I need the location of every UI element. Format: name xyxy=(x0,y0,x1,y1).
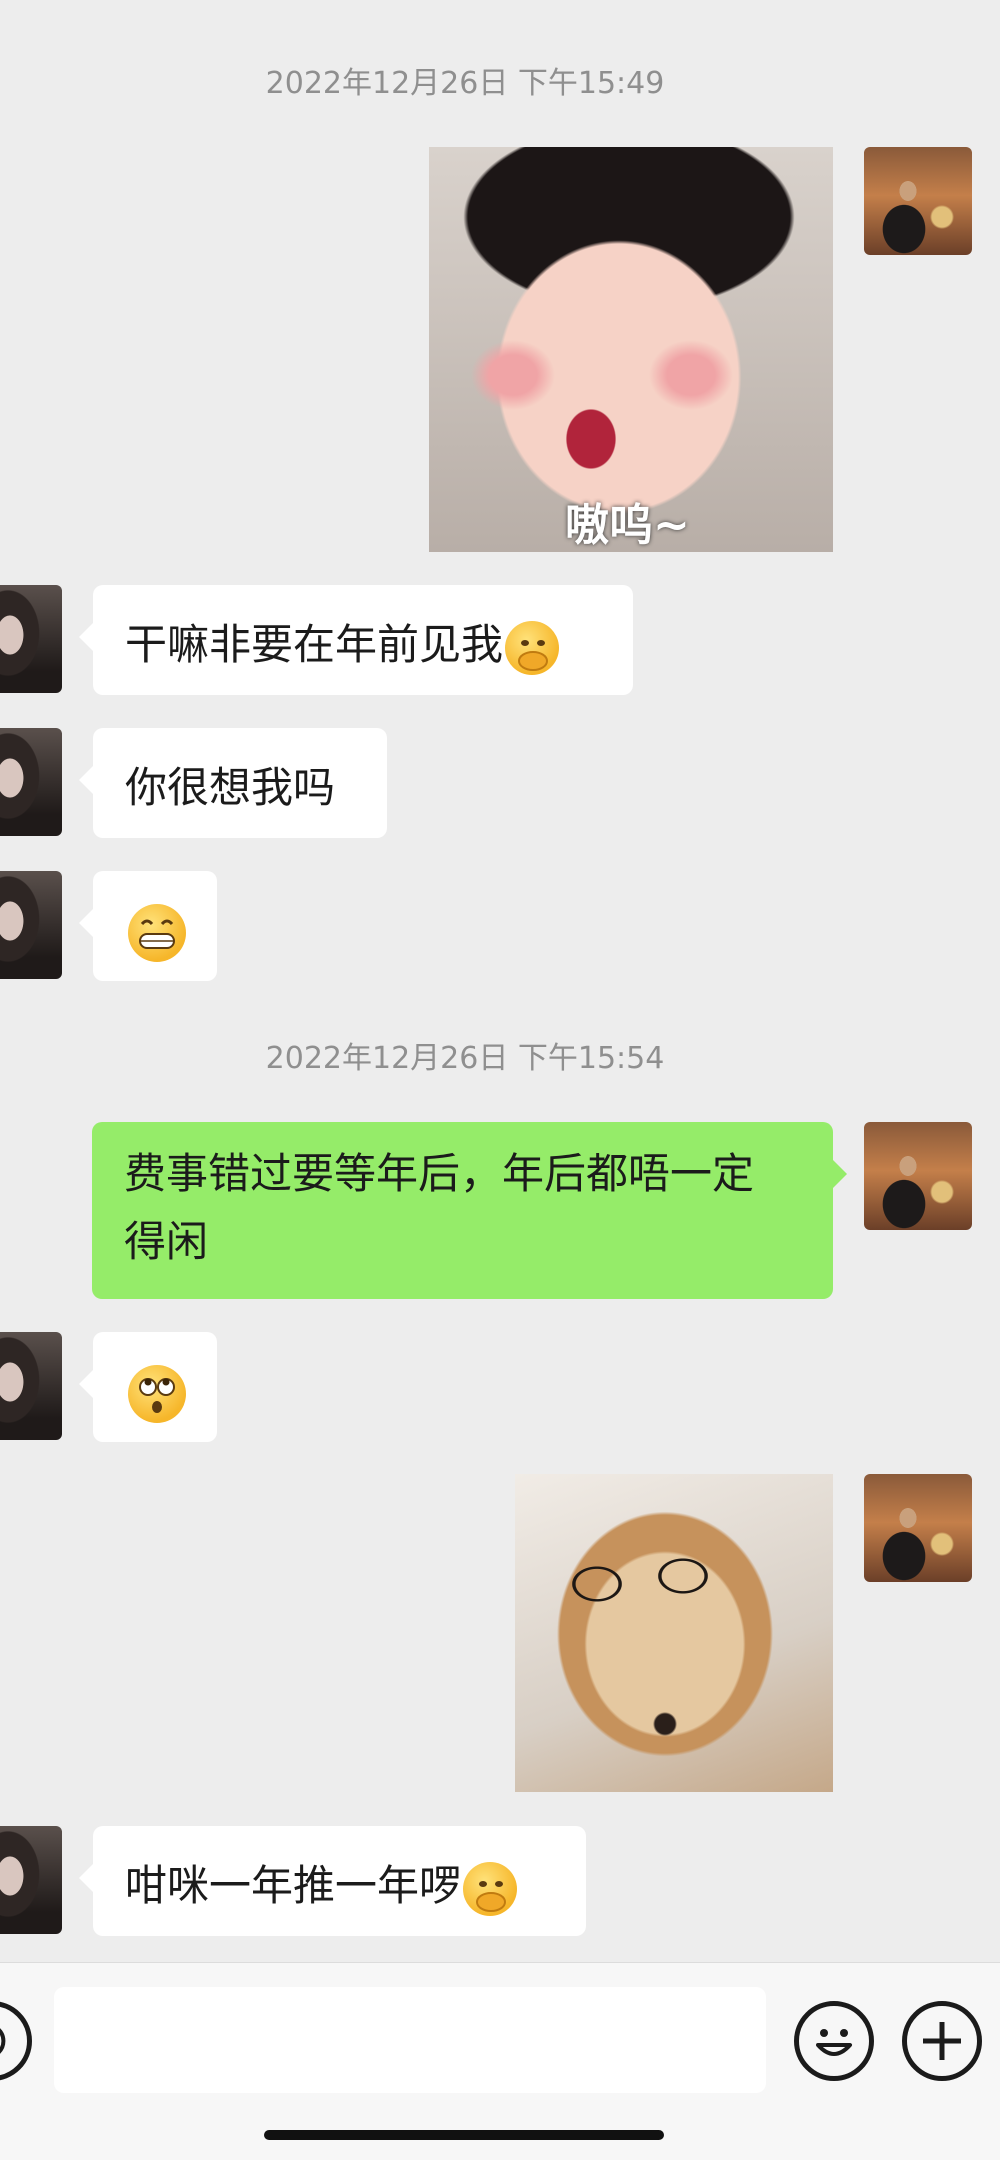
message-text: 干嘛非要在年前见我 xyxy=(125,620,504,669)
sticker-shiba-glasses[interactable] xyxy=(515,1474,833,1792)
message-bubble-outgoing[interactable]: 费事错过要等年后，年后都唔一定 得闲 xyxy=(92,1122,847,1299)
message-input[interactable] xyxy=(54,1987,766,2093)
message-text: 咁咪一年推一年啰 xyxy=(125,1861,462,1910)
sticker-caption: 嗷呜~ xyxy=(565,500,690,551)
hand-over-mouth-icon xyxy=(463,1861,518,1916)
timestamp: 2022年12月26日 下午15:49 xyxy=(265,66,665,101)
avatar-self[interactable] xyxy=(864,1122,972,1230)
avatar-contact[interactable] xyxy=(0,728,62,836)
message-bubble-incoming[interactable]: 咁咪一年推一年啰 xyxy=(79,1826,586,1936)
sticker-baby-yawn[interactable]: 嗷呜~ xyxy=(429,147,833,552)
message-text-line: 得闲 xyxy=(124,1217,209,1266)
home-indicator[interactable] xyxy=(264,2130,664,2140)
message-bubble-incoming[interactable]: 你很想我吗 xyxy=(79,728,387,838)
avatar-contact[interactable] xyxy=(0,585,62,693)
avatar-contact[interactable] xyxy=(0,871,62,979)
voice-icon[interactable] xyxy=(0,2001,32,2081)
message-text-line: 费事错过要等年后，年后都唔一定 xyxy=(124,1149,755,1198)
plus-icon[interactable] xyxy=(902,2001,982,2081)
avatar-self[interactable] xyxy=(864,147,972,255)
grinning-face-icon xyxy=(128,903,186,962)
message-bubble-incoming[interactable]: 干嘛非要在年前见我 xyxy=(79,585,633,695)
avatar-self[interactable] xyxy=(864,1474,972,1582)
rolling-eyes-icon xyxy=(128,1364,186,1423)
avatar-contact[interactable] xyxy=(0,1332,62,1440)
message-bubble-incoming[interactable] xyxy=(79,1332,217,1442)
smile-icon[interactable] xyxy=(794,2001,874,2081)
message-bubble-incoming[interactable] xyxy=(79,871,217,981)
message-text: 你很想我吗 xyxy=(125,763,336,812)
hand-over-mouth-icon xyxy=(505,620,560,675)
timestamp: 2022年12月26日 下午15:54 xyxy=(265,1041,665,1076)
input-toolbar xyxy=(0,1962,1000,2160)
avatar-contact[interactable] xyxy=(0,1826,62,1934)
